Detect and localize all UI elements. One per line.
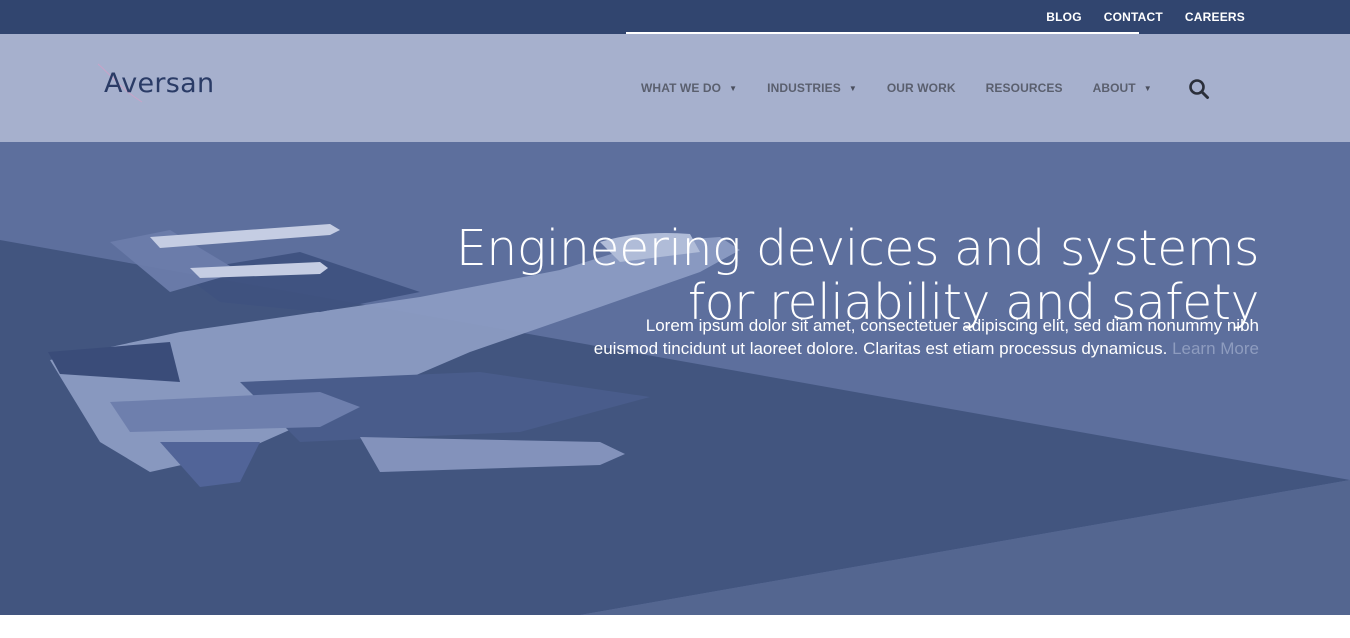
nav-about[interactable]: ABOUT ▼ xyxy=(1093,81,1152,95)
blog-link[interactable]: BLOG xyxy=(1046,10,1081,24)
search-icon xyxy=(1189,79,1209,99)
caret-down-icon: ▼ xyxy=(848,83,857,93)
utility-links: BLOG CONTACT CAREERS xyxy=(1046,0,1245,34)
learn-more-link[interactable]: Learn More xyxy=(1172,339,1259,358)
hero-text: Lorem ipsum dolor sit amet, consectetuer… xyxy=(579,314,1259,360)
aversan-logo[interactable]: Aversan xyxy=(96,60,226,110)
hero-background xyxy=(0,142,1350,615)
hero-banner: Engineering devices and systems for reli… xyxy=(0,142,1350,615)
careers-link[interactable]: CAREERS xyxy=(1185,10,1245,24)
nav-about-label: ABOUT xyxy=(1092,81,1136,95)
page-content-start xyxy=(0,615,1350,638)
nav-our-work[interactable]: OUR WORK xyxy=(887,81,956,95)
nav-industries-label: INDUSTRIES xyxy=(767,81,841,95)
nav-our-work-label: OUR WORK xyxy=(886,81,956,95)
site-header: Aversan WHAT WE DO ▼ INDUSTRIES ▼ OUR WO… xyxy=(0,34,1350,142)
contact-link[interactable]: CONTACT xyxy=(1104,10,1163,24)
search-button[interactable] xyxy=(1187,77,1211,101)
nav-industries[interactable]: INDUSTRIES ▼ xyxy=(767,81,857,95)
nav-resources-label: RESOURCES xyxy=(985,81,1063,95)
caret-down-icon: ▼ xyxy=(729,83,738,93)
nav-resources[interactable]: RESOURCES xyxy=(986,81,1063,95)
hero-description: Lorem ipsum dolor sit amet, consectetuer… xyxy=(593,316,1259,358)
nav-what-we-do[interactable]: WHAT WE DO ▼ xyxy=(641,81,737,95)
logo-text: Aversan xyxy=(104,68,215,99)
main-nav: WHAT WE DO ▼ INDUSTRIES ▼ OUR WORK RESOU… xyxy=(641,34,1182,142)
caret-down-icon: ▼ xyxy=(1143,83,1152,93)
utility-bar: BLOG CONTACT CAREERS xyxy=(0,0,1350,34)
nav-what-we-do-label: WHAT WE DO xyxy=(641,81,722,95)
